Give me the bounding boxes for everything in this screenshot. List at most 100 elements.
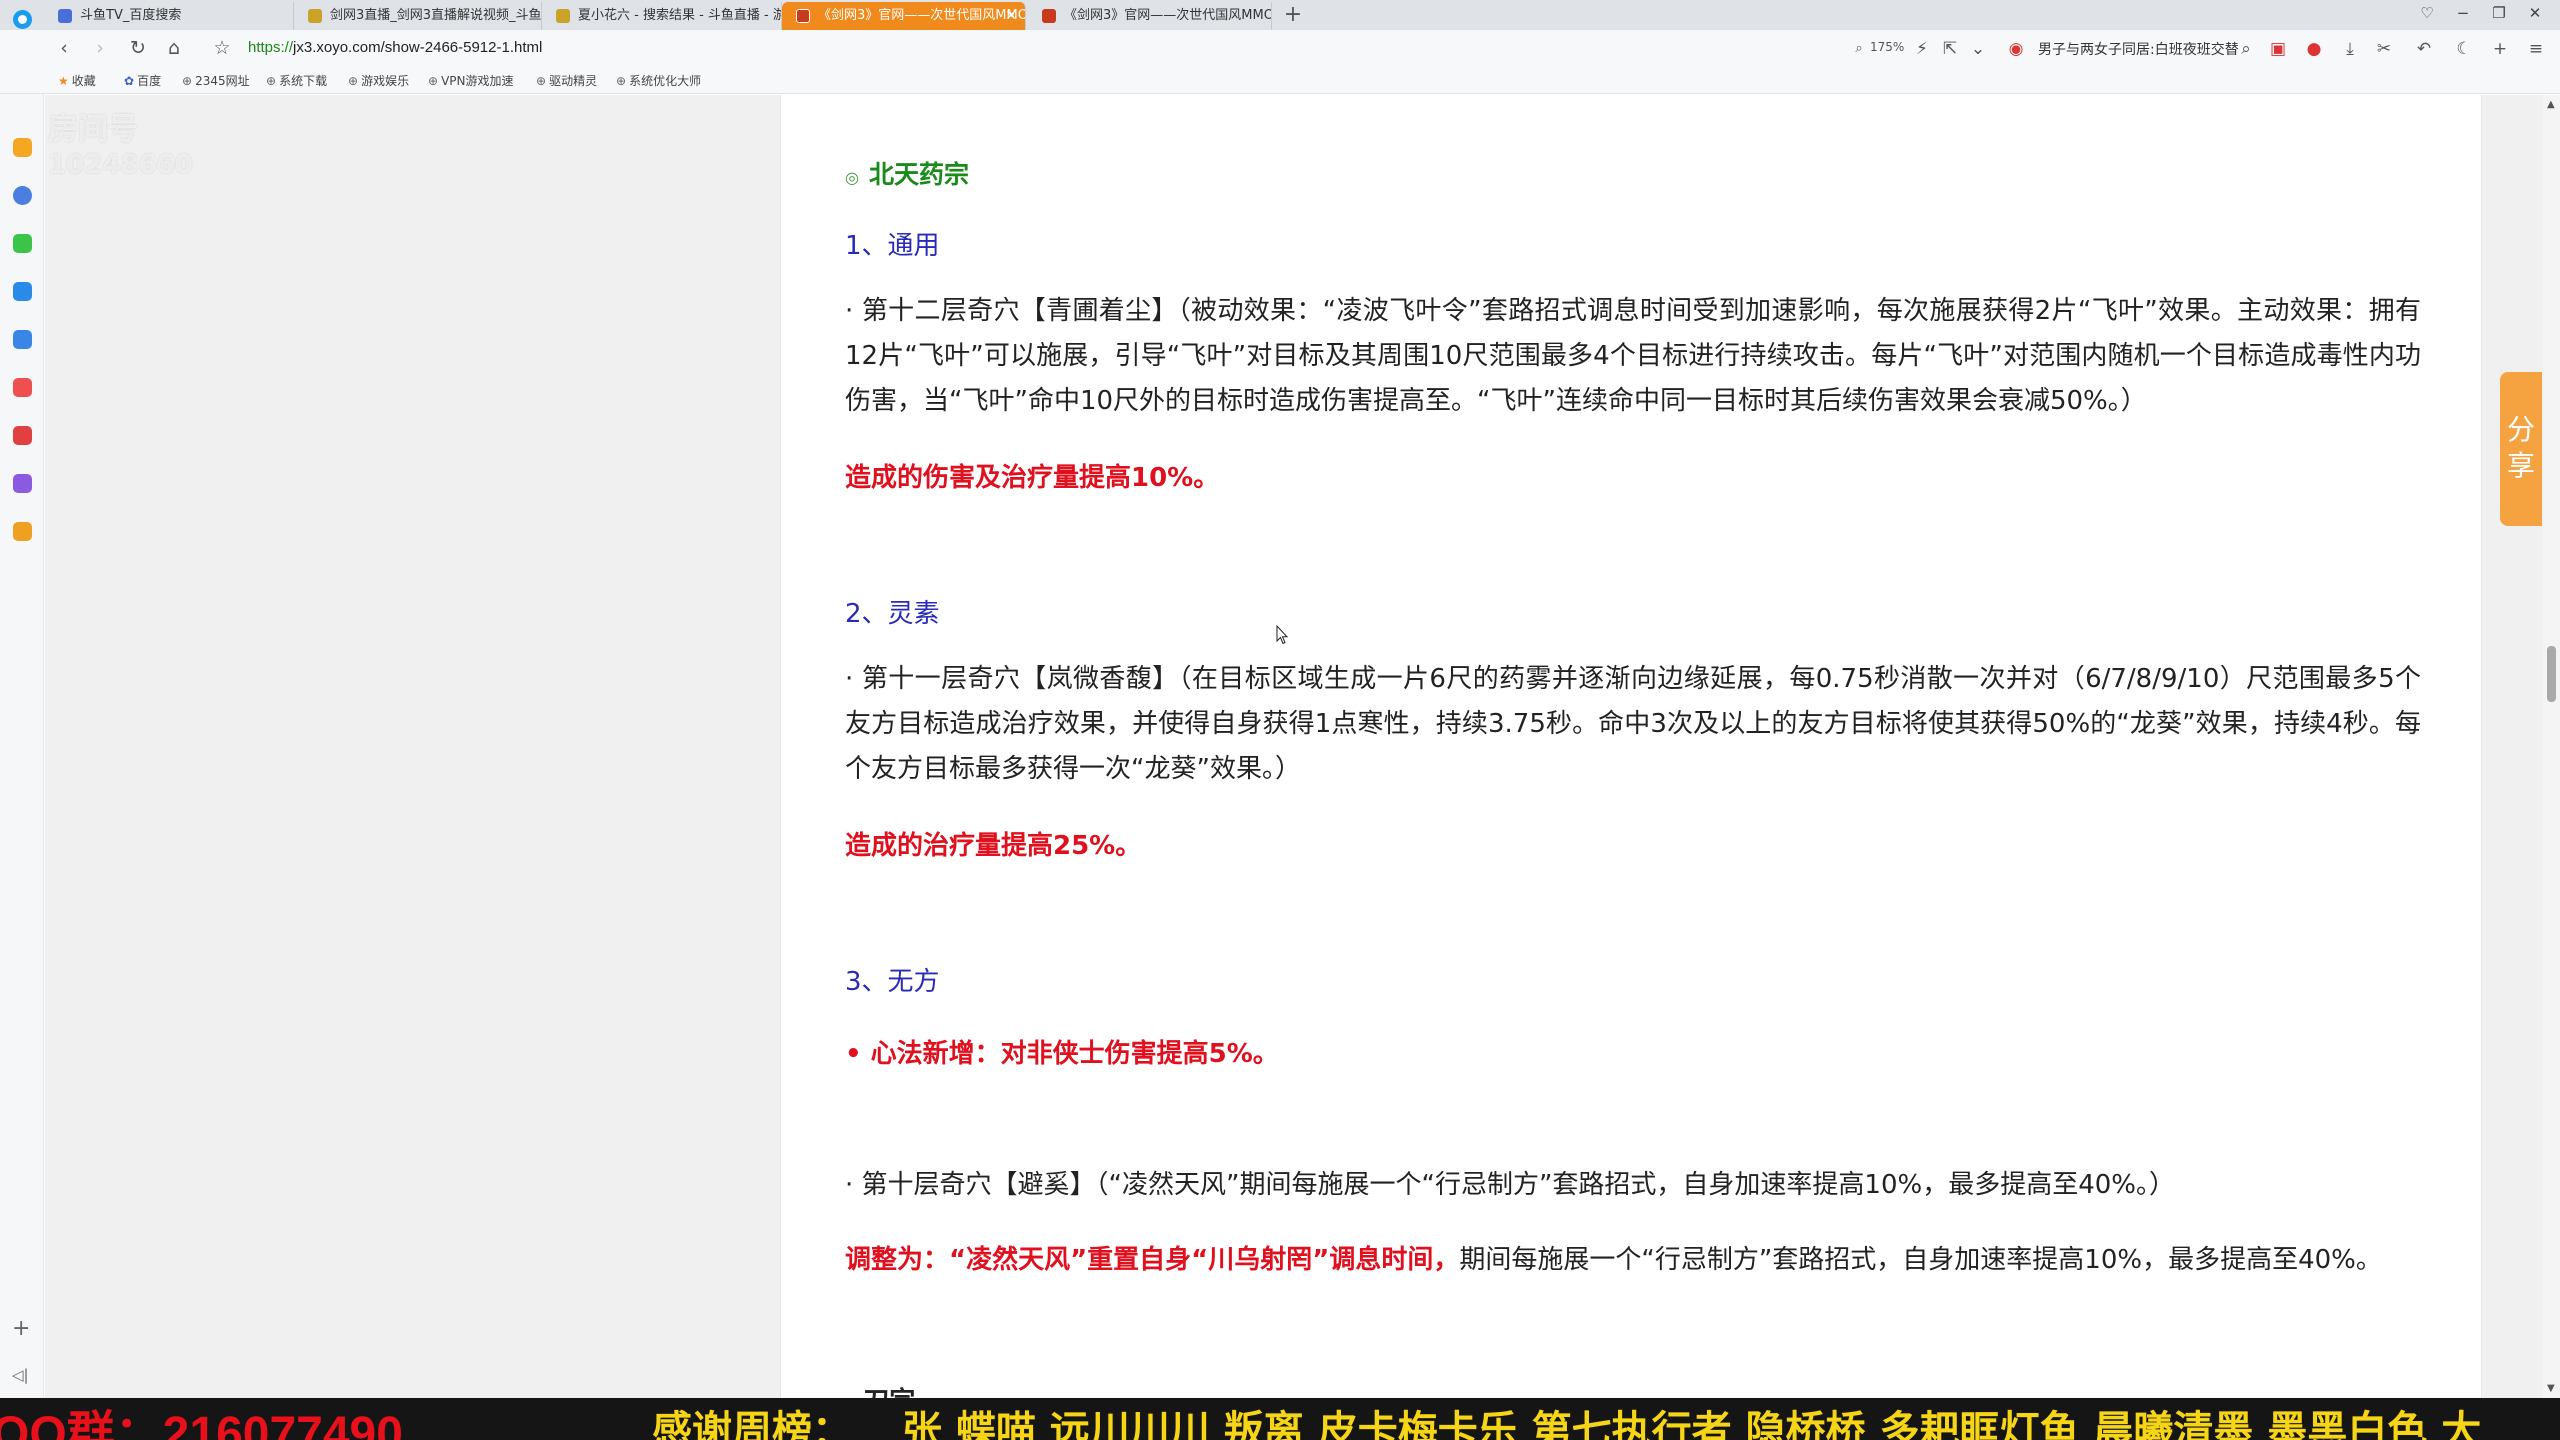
browser-logo-icon[interactable] bbox=[13, 10, 32, 29]
add-icon[interactable]: + bbox=[2490, 39, 2510, 59]
bookmark-label: 2345网址 bbox=[195, 74, 250, 88]
extension-icon[interactable]: ● bbox=[2304, 39, 2324, 59]
share-label: 享 bbox=[2506, 449, 2535, 482]
change-note: • 心法新增：对非侠士伤害提高5%。 bbox=[845, 1039, 1279, 1069]
note-side-icon[interactable] bbox=[13, 474, 32, 493]
cloud-side-icon[interactable] bbox=[13, 330, 32, 349]
restore-icon[interactable]: ❐ bbox=[2488, 4, 2510, 22]
tab-strip: 斗鱼TV_百度搜索 剑网3直播_剑网3直播解说视频_斗鱼直 夏小花六 - 搜索结… bbox=[0, 0, 2560, 30]
stream-room-watermark: 房间号 10248660 bbox=[48, 104, 193, 180]
search-input[interactable]: 男子与两女子同居:白班夜班交替 bbox=[2038, 39, 2239, 59]
vertical-scrollbar[interactable]: ▲ ▼ bbox=[2543, 95, 2560, 1398]
tab-label: 《剑网3》官网——次世代国风MMO bbox=[1064, 8, 1272, 23]
close-window-icon[interactable]: ✕ bbox=[2524, 4, 2546, 22]
baidu-icon: ✿ bbox=[124, 74, 135, 88]
weekly-thanks-label: 感谢周榜： bbox=[652, 1408, 852, 1440]
mouse-cursor-icon bbox=[1276, 625, 1288, 645]
tab-label: 斗鱼TV_百度搜索 bbox=[80, 8, 182, 23]
pdf-side-icon[interactable] bbox=[13, 426, 32, 445]
scroll-down-icon[interactable]: ▼ bbox=[2547, 1383, 2555, 1394]
bookmark-label: 收藏 bbox=[71, 74, 96, 88]
globe-icon: ⊕ bbox=[182, 74, 193, 88]
add-side-icon[interactable]: + bbox=[12, 1316, 30, 1341]
close-tab-icon[interactable]: ✕ bbox=[1005, 2, 1017, 30]
tab-jx3-official[interactable]: 《剑网3》官网——次世代国风MMO bbox=[1028, 2, 1272, 30]
subheading-lingsu: 2、灵素 bbox=[845, 599, 940, 629]
back-icon[interactable]: ‹ bbox=[52, 36, 76, 60]
menu-icon[interactable]: ≡ bbox=[2526, 39, 2546, 59]
url-scheme: https:// bbox=[248, 39, 294, 56]
search-side-icon[interactable] bbox=[13, 522, 32, 541]
tab-search-result[interactable]: 夏小花六 - 搜索结果 - 斗鱼直播 - 游 bbox=[542, 2, 782, 30]
url-host: jx3.xoyo.com bbox=[293, 39, 381, 56]
bookmark-label: VPN游戏加速 bbox=[441, 74, 514, 88]
jx3-favicon-icon bbox=[796, 9, 810, 23]
zoom-level[interactable]: 175% bbox=[1870, 40, 1904, 54]
star-icon: ★ bbox=[58, 74, 69, 88]
bookmark-system-download[interactable]: ⊕ 系统下载 bbox=[266, 72, 327, 89]
share-label: 分 bbox=[2506, 413, 2535, 446]
tab-douyu-baidu[interactable]: 斗鱼TV_百度搜索 bbox=[44, 2, 294, 30]
new-tab-button[interactable]: + bbox=[1282, 2, 1304, 28]
globe-icon: ⊕ bbox=[428, 74, 439, 88]
share-page-icon[interactable]: ⇱ bbox=[1940, 39, 1960, 59]
tab-label: 《剑网3》官网——次世代国风MMO bbox=[818, 8, 1026, 23]
tab-jx3-official-active[interactable]: 《剑网3》官网——次世代国风MMO ✕ bbox=[782, 2, 1026, 30]
bookmark-star-icon[interactable]: ☆ bbox=[210, 36, 234, 60]
talent-paragraph: · 第十二层奇穴【青圃着尘】（被动效果：“凌波飞叶令”套路招式调息时间受到加速影… bbox=[845, 296, 2421, 416]
adjusted-note-red: 调整为：“凌然天风”重置自身“川乌射罔”调息时间， bbox=[845, 1245, 1460, 1275]
undo-icon[interactable]: ↶ bbox=[2414, 39, 2434, 59]
collapse-sidebar-icon[interactable]: ◁| bbox=[12, 1366, 29, 1384]
zoom-icon: ⌕ bbox=[1855, 41, 1863, 56]
skin-icon[interactable]: ♡ bbox=[2416, 4, 2438, 22]
change-note: 造成的治疗量提高25%。 bbox=[845, 831, 1142, 861]
weekly-thanks-names: 张 蝶喵 远川川川 叛离 皮卡梅卡乐 第七执行者 隐桥桥 多耙眶灯鱼 晨曦清墨 … bbox=[902, 1408, 2482, 1440]
url-field[interactable]: https://jx3.xoyo.com/show-2466-5912-1.ht… bbox=[248, 39, 542, 56]
jx3-favicon-icon bbox=[1042, 9, 1056, 23]
url-path: /show-2466-5912-1.html bbox=[380, 39, 543, 56]
forward-icon[interactable]: › bbox=[88, 36, 112, 60]
bookmark-baidu[interactable]: ✿ 百度 bbox=[124, 72, 161, 89]
bookmark-label: 系统下载 bbox=[279, 74, 328, 88]
tab-label: 剑网3直播_剑网3直播解说视频_斗鱼直 bbox=[330, 8, 542, 23]
search-engine-icon[interactable]: ◉ bbox=[2006, 39, 2026, 59]
tab-jx3-live[interactable]: 剑网3直播_剑网3直播解说视频_斗鱼直 bbox=[294, 2, 542, 30]
scroll-thumb[interactable] bbox=[2547, 646, 2556, 702]
bookmark-2345[interactable]: ⊕ 2345网址 bbox=[182, 72, 250, 89]
change-note: 造成的伤害及治疗量提高10%。 bbox=[845, 463, 1220, 493]
scissors-icon[interactable]: ✂ bbox=[2374, 39, 2394, 59]
bookmark-driver[interactable]: ⊕ 驱动精灵 bbox=[536, 72, 597, 89]
bookmark-games[interactable]: ⊕ 游戏娱乐 bbox=[348, 72, 409, 89]
bookmark-vpn[interactable]: ⊕ VPN游戏加速 bbox=[428, 72, 514, 89]
bookmark-label: 游戏娱乐 bbox=[361, 74, 410, 88]
bookmark-label: 系统优化大师 bbox=[629, 74, 702, 88]
share-button[interactable]: 分享 bbox=[2500, 372, 2542, 526]
bookmarks-bar: ★ 收藏 ✿ 百度 ⊕ 2345网址 ⊕ 系统下载 ⊕ 游戏娱乐 ⊕ VPN游戏加速 ⊕ 驱动… bbox=[0, 66, 2560, 94]
globe-icon: ⊕ bbox=[536, 74, 547, 88]
home-icon[interactable]: ⌂ bbox=[162, 36, 186, 60]
dropdown-icon[interactable]: ⌄ bbox=[1968, 39, 1988, 59]
bookmark-favorites[interactable]: ★ 收藏 bbox=[58, 72, 96, 89]
night-mode-icon[interactable]: ☾ bbox=[2454, 39, 2474, 59]
subheading-general: 1、通用 bbox=[845, 231, 940, 261]
globe-icon: ⊕ bbox=[348, 74, 359, 88]
patch-notes-article: ◎ 北天药宗 1、通用 · 第十二层奇穴【青圃着尘】（被动效果：“凌波飞叶令”套路… bbox=[780, 95, 2482, 1417]
screenshot-side-icon[interactable] bbox=[13, 378, 32, 397]
download-icon[interactable]: ⤓ bbox=[2340, 39, 2360, 59]
translate-icon[interactable]: ▣ bbox=[2268, 39, 2288, 59]
address-toolbar: ‹ › ↻ ⌂ ☆ https://jx3.xoyo.com/show-2466… bbox=[0, 30, 2560, 66]
history-side-icon[interactable] bbox=[13, 186, 32, 205]
section-title-text: 北天药宗 bbox=[868, 160, 969, 189]
douyu-favicon-icon bbox=[308, 9, 322, 23]
wechat-side-icon[interactable] bbox=[13, 234, 32, 253]
scroll-up-icon[interactable]: ▲ bbox=[2547, 99, 2555, 110]
lightning-icon[interactable]: ⚡ bbox=[1912, 39, 1932, 59]
app-side-icon[interactable] bbox=[13, 282, 32, 301]
search-icon[interactable]: ⌕ bbox=[2236, 39, 2256, 59]
reload-icon[interactable]: ↻ bbox=[126, 36, 150, 60]
minimize-icon[interactable]: − bbox=[2452, 4, 2474, 22]
douyu-favicon-icon bbox=[556, 9, 570, 23]
favorites-side-icon[interactable] bbox=[13, 138, 32, 157]
talent-paragraph: · 第十一层奇穴【岚微香馥】（在目标区域生成一片6尺的药雾并逐渐向边缘延展，每0… bbox=[845, 664, 2421, 784]
bookmark-optimizer[interactable]: ⊕ 系统优化大师 bbox=[616, 72, 701, 89]
